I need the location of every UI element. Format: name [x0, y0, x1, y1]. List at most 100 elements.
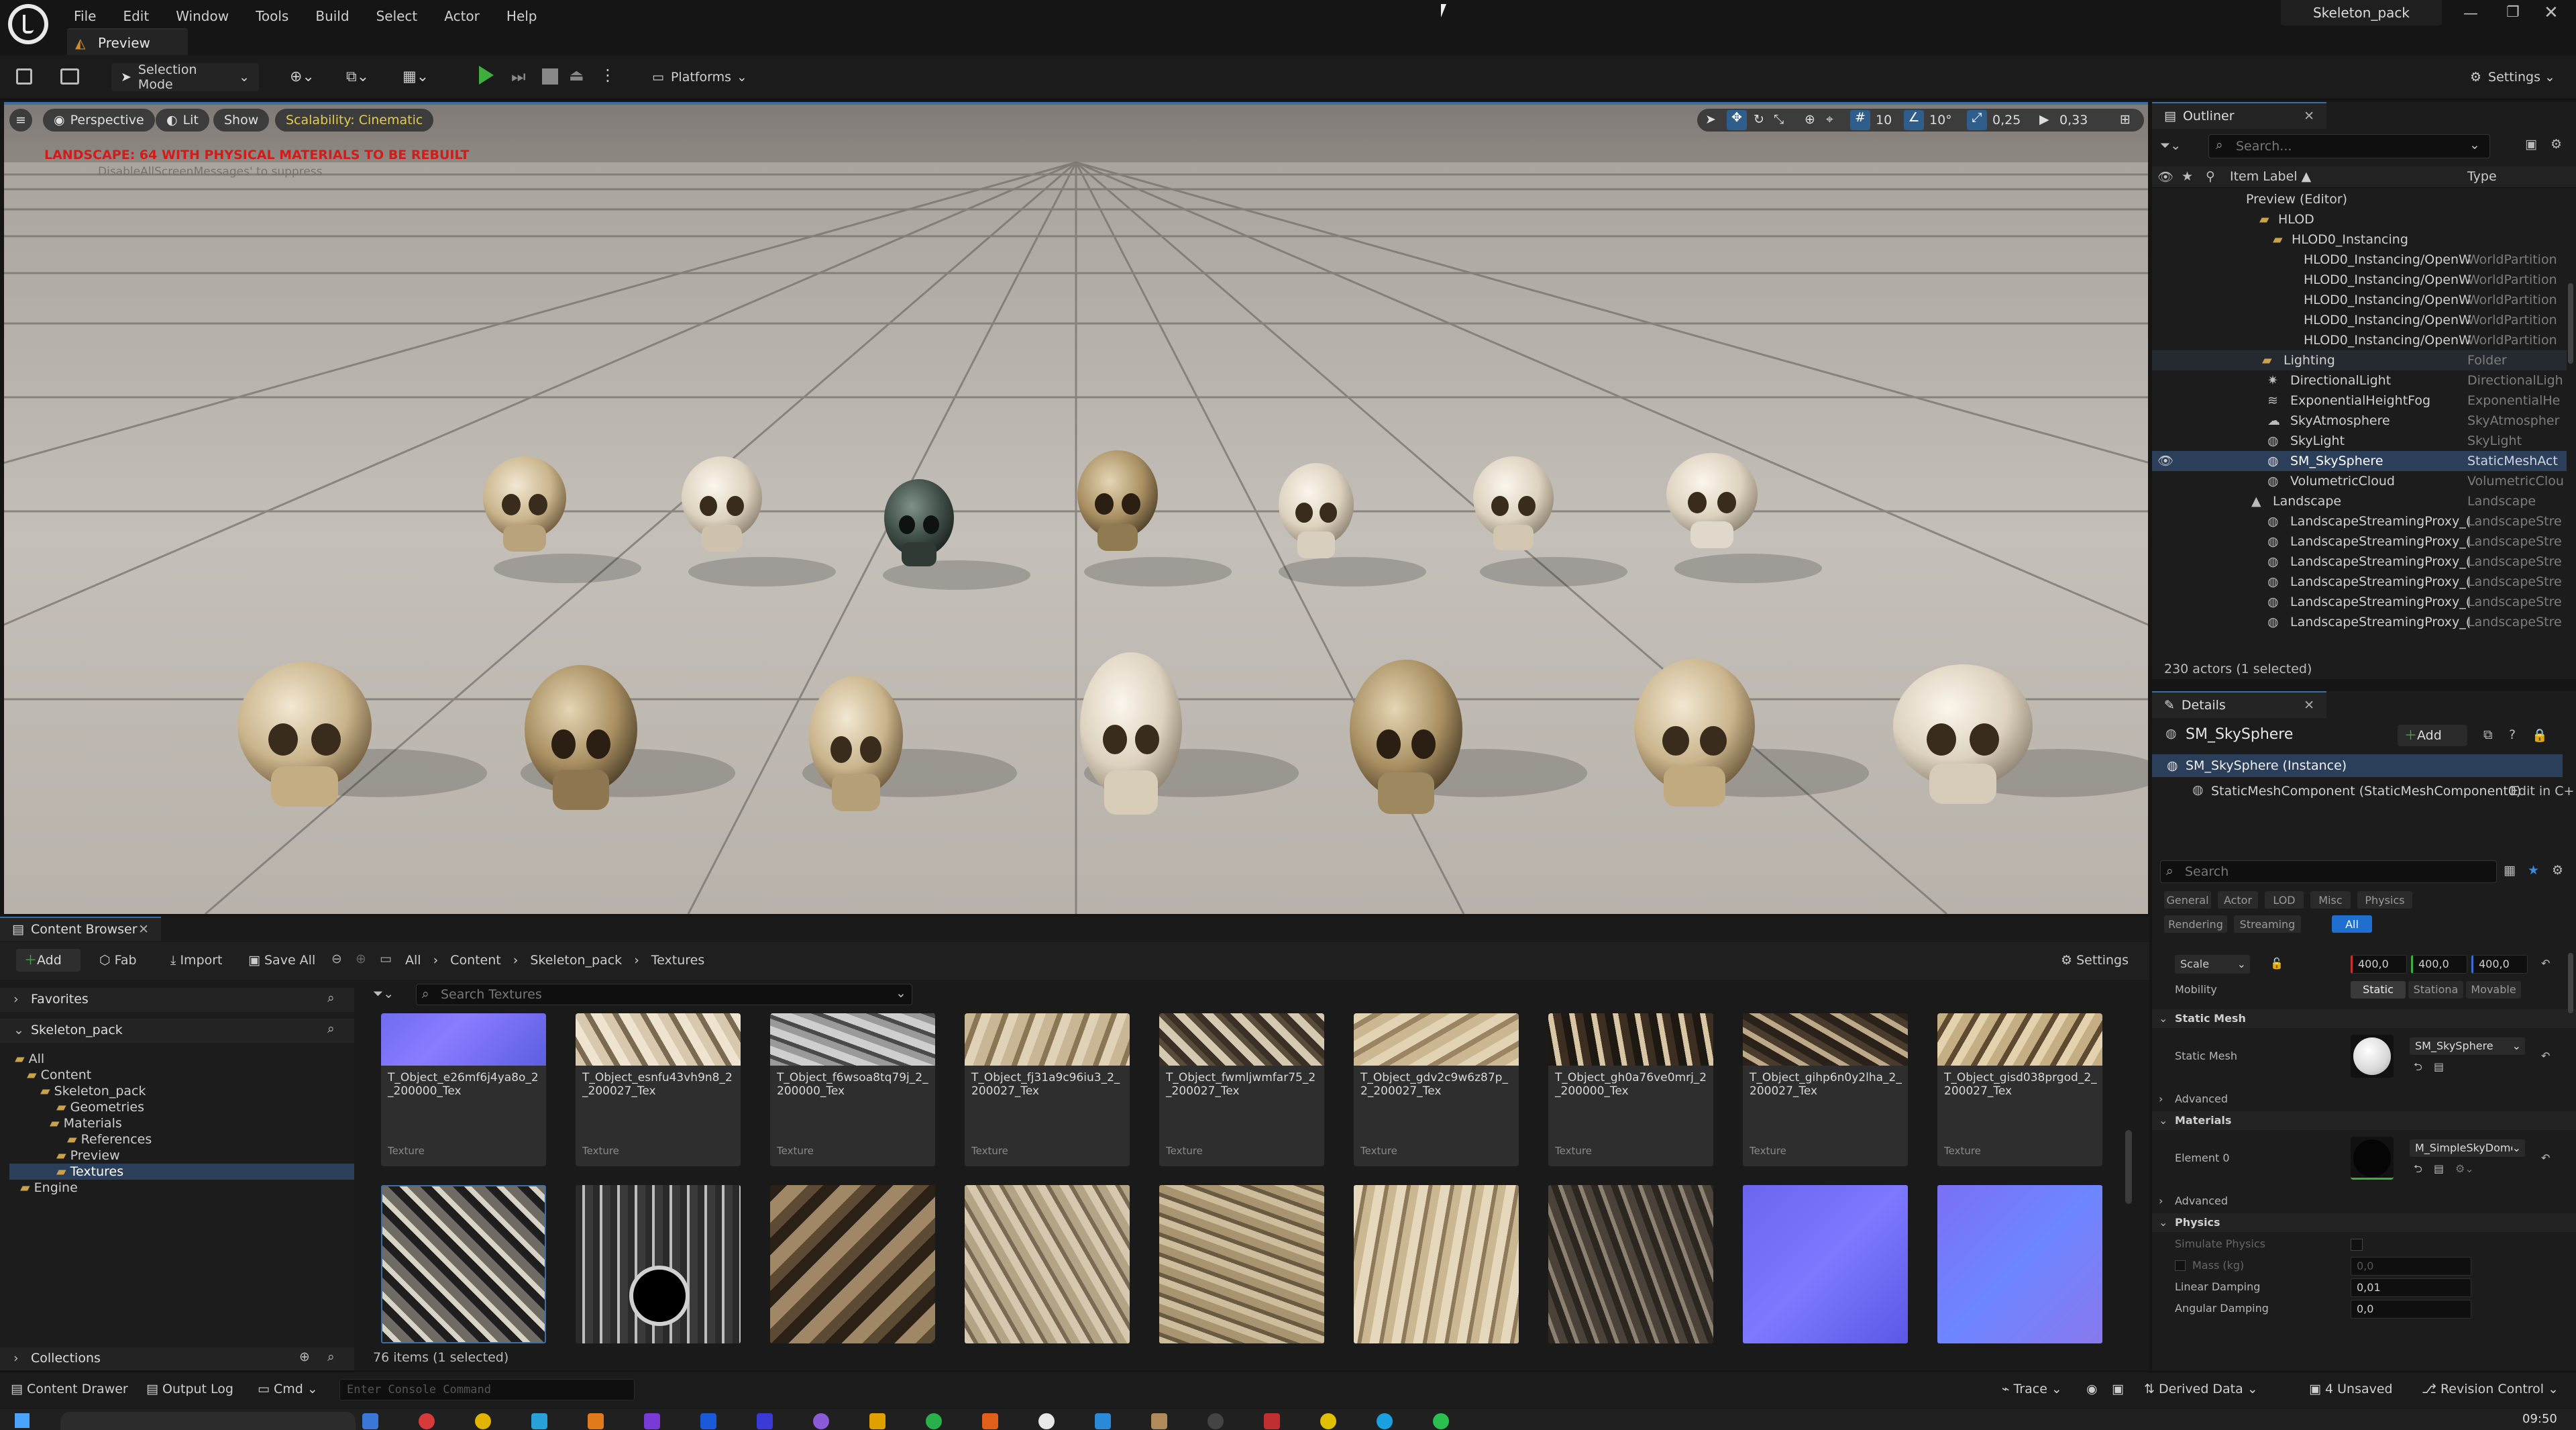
create-instance-icon[interactable]: ⚙⌄: [2455, 1160, 2474, 1178]
outliner-row[interactable]: ✷ DirectionalLight DirectionalLigh: [2152, 370, 2567, 391]
taskbar-app-icon[interactable]: [1320, 1413, 1336, 1429]
content-icon[interactable]: [60, 68, 79, 85]
materials-section[interactable]: ⌄ Materials: [2152, 1111, 2576, 1130]
tree-item-content[interactable]: ▰ Content: [27, 1067, 91, 1083]
use-selected-icon[interactable]: ⮌: [2414, 1160, 2422, 1178]
taskbar-app-icon[interactable]: [1095, 1413, 1111, 1429]
filter-icon[interactable]: ⏷⌄: [2160, 138, 2181, 153]
filter-actor[interactable]: Actor: [2218, 891, 2258, 909]
taskbar-app-icon[interactable]: [757, 1413, 773, 1429]
reset-arrow-icon[interactable]: ↶: [2541, 1047, 2550, 1066]
asset-tile[interactable]: T_Object_f6wsoa8tq79j_2_200000_Tex Textur…: [770, 1013, 935, 1166]
scale-tool-icon[interactable]: ⤡: [1774, 112, 1784, 127]
taskbar-app-icon[interactable]: [1038, 1413, 1055, 1429]
material-picker[interactable]: M_SimpleSkyDome ⌄: [2410, 1139, 2525, 1157]
tab-content-browser[interactable]: ▤ Content Browser ✕: [0, 917, 161, 941]
outliner-row[interactable]: ◍ LandscapeStreamingProxy_(LandscapeStre: [2152, 531, 2567, 552]
taskbar-app-icon[interactable]: [926, 1413, 942, 1429]
advanced-row[interactable]: › Advanced: [2152, 1090, 2576, 1109]
item-label-column[interactable]: Item Label ▲: [2230, 169, 2311, 184]
visibility-eye-icon[interactable]: 👁: [2157, 451, 2174, 471]
add-button[interactable]: ＋Add: [16, 949, 80, 972]
content-settings-button[interactable]: ⚙ Settings: [2061, 953, 2129, 968]
taskbar-app-icon[interactable]: [362, 1413, 378, 1429]
level-viewport[interactable]: ≡ ◉ Perspective ◐ Lit Show Scalability: Ci…: [4, 102, 2148, 914]
asset-tile[interactable]: T_Object_esnfu43vh9n8_2_200027_Tex Textur…: [576, 1013, 741, 1166]
tree-item-preview[interactable]: ▰ Preview: [56, 1147, 120, 1164]
scale-y-field[interactable]: 400,0: [2411, 955, 2467, 974]
save-all-button[interactable]: ▣ Save All: [248, 953, 315, 968]
asset-grid-scrollbar[interactable]: [2125, 1130, 2132, 1204]
mass-override-checkbox[interactable]: [2175, 1260, 2186, 1271]
menu-help[interactable]: Help: [493, 5, 551, 28]
mobility-stationary[interactable]: Stationa: [2408, 981, 2463, 999]
mobility-static[interactable]: Static: [2351, 981, 2406, 999]
taskbar-app-icon[interactable]: [1208, 1413, 1224, 1429]
outliner-row[interactable]: ◍ LandscapeStreamingProxy_(LandscapeStre: [2152, 572, 2567, 592]
add-component-button[interactable]: ＋Add: [2398, 725, 2467, 746]
taskbar-app-icon[interactable]: [700, 1413, 716, 1429]
outliner-settings-icon[interactable]: ⚙: [2551, 137, 2562, 152]
asset-tile[interactable]: T_Object_e26mf6j4ya8o_2_200000_Tex Textur…: [381, 1013, 546, 1166]
add-actor-icon[interactable]: ⊕⌄: [290, 68, 330, 87]
visibility-column-icon[interactable]: 👁: [2157, 169, 2174, 185]
outliner-row[interactable]: ◍ LandscapeStreamingProxy_(LandscapeStre: [2152, 511, 2567, 531]
static-mesh-picker[interactable]: SM_SkySphere ⌄: [2410, 1037, 2525, 1055]
save-icon[interactable]: [16, 68, 32, 85]
tree-item-materials[interactable]: ▰ Materials: [50, 1115, 122, 1131]
import-button[interactable]: ⤓ Import: [170, 953, 223, 968]
unsaved-button[interactable]: ▣ 4 Unsaved: [2309, 1382, 2393, 1396]
breadcrumb-textures[interactable]: Textures: [651, 953, 704, 968]
menu-tools[interactable]: Tools: [242, 5, 302, 28]
tab-details[interactable]: ✎ Details ✕: [2152, 691, 2326, 718]
taskbar-app-icon[interactable]: [475, 1413, 491, 1429]
pin-column-icon[interactable]: ⚲: [2206, 169, 2215, 184]
table-view-icon[interactable]: ▦: [2504, 863, 2516, 878]
minimize-icon[interactable]: —: [2463, 5, 2478, 22]
menu-select[interactable]: Select: [363, 5, 431, 28]
tree-item-references[interactable]: ▰ References: [67, 1131, 152, 1147]
breadcrumb-content[interactable]: Content: [450, 953, 501, 968]
edit-in-cpp-link[interactable]: Edit in C+: [2510, 784, 2576, 799]
browse-icon[interactable]: ▤: [2434, 1058, 2444, 1076]
scale-snap-value[interactable]: 0,25: [1992, 113, 2021, 127]
outliner-row[interactable]: ◍ VolumetricCloud VolumetricClou: [2152, 471, 2567, 491]
perspective-button[interactable]: ◉ Perspective: [43, 109, 155, 132]
maximize-icon[interactable]: ❐: [2506, 4, 2520, 21]
tree-item-geometries[interactable]: ▰ Geometries: [56, 1099, 144, 1115]
filter-streaming[interactable]: Streaming: [2234, 915, 2301, 933]
outliner-row[interactable]: HLOD0_Instancing/OpenW WorldPartition: [2152, 330, 2567, 350]
selection-mode-dropdown[interactable]: ➤ Selection Mode ⌄: [111, 62, 259, 92]
help-icon[interactable]: ?: [2509, 727, 2516, 742]
taskbar-app-icon[interactable]: [588, 1413, 604, 1429]
simulate-physics-checkbox[interactable]: [2351, 1239, 2363, 1251]
search-icon[interactable]: ⌕: [327, 990, 335, 1005]
new-folder-icon[interactable]: ▣: [2525, 137, 2537, 152]
broadcast-icon[interactable]: ◉: [2086, 1382, 2098, 1396]
filter-icon[interactable]: ⏷⌄: [373, 986, 394, 1001]
texture-tile[interactable]: [1743, 1185, 1908, 1343]
details-settings-icon[interactable]: ⚙: [2552, 863, 2563, 878]
angular-damping-field[interactable]: 0,0: [2351, 1300, 2471, 1319]
use-selected-icon[interactable]: ⮌: [2414, 1058, 2422, 1076]
lit-button[interactable]: ◐ Lit: [156, 109, 209, 132]
world-local-icon[interactable]: ⊕: [1805, 112, 1815, 127]
outliner-search-input[interactable]: ⌕ Search... ⌄: [2208, 134, 2490, 158]
rotate-tool-icon[interactable]: ↻: [1754, 112, 1764, 127]
console-command-input[interactable]: Enter Console Command: [339, 1379, 635, 1400]
filter-lod[interactable]: LOD: [2265, 891, 2304, 909]
close-tab-icon[interactable]: ✕: [2304, 698, 2314, 713]
outliner-row[interactable]: ▲ Landscape Landscape: [2152, 491, 2567, 511]
tab-outliner[interactable]: ▤ Outliner ✕: [2152, 102, 2326, 129]
grid-snap-icon[interactable]: #: [1850, 110, 1870, 130]
menu-actor[interactable]: Actor: [431, 5, 493, 28]
outliner-row[interactable]: ▰ HLOD: [2152, 209, 2567, 229]
show-button[interactable]: Show: [213, 109, 270, 132]
tree-item-skeleton-pack[interactable]: ▰ Skeleton_pack: [40, 1083, 146, 1099]
outliner-row[interactable]: HLOD0_Instancing/OpenW WorldPartition: [2152, 250, 2567, 270]
filter-physics[interactable]: Physics: [2357, 891, 2412, 909]
browse-icon[interactable]: ▤: [2434, 1160, 2444, 1178]
taskbar-search-box[interactable]: [60, 1412, 356, 1430]
filter-rendering[interactable]: Rendering: [2164, 915, 2227, 933]
taskbar-app-icon[interactable]: [813, 1413, 829, 1429]
